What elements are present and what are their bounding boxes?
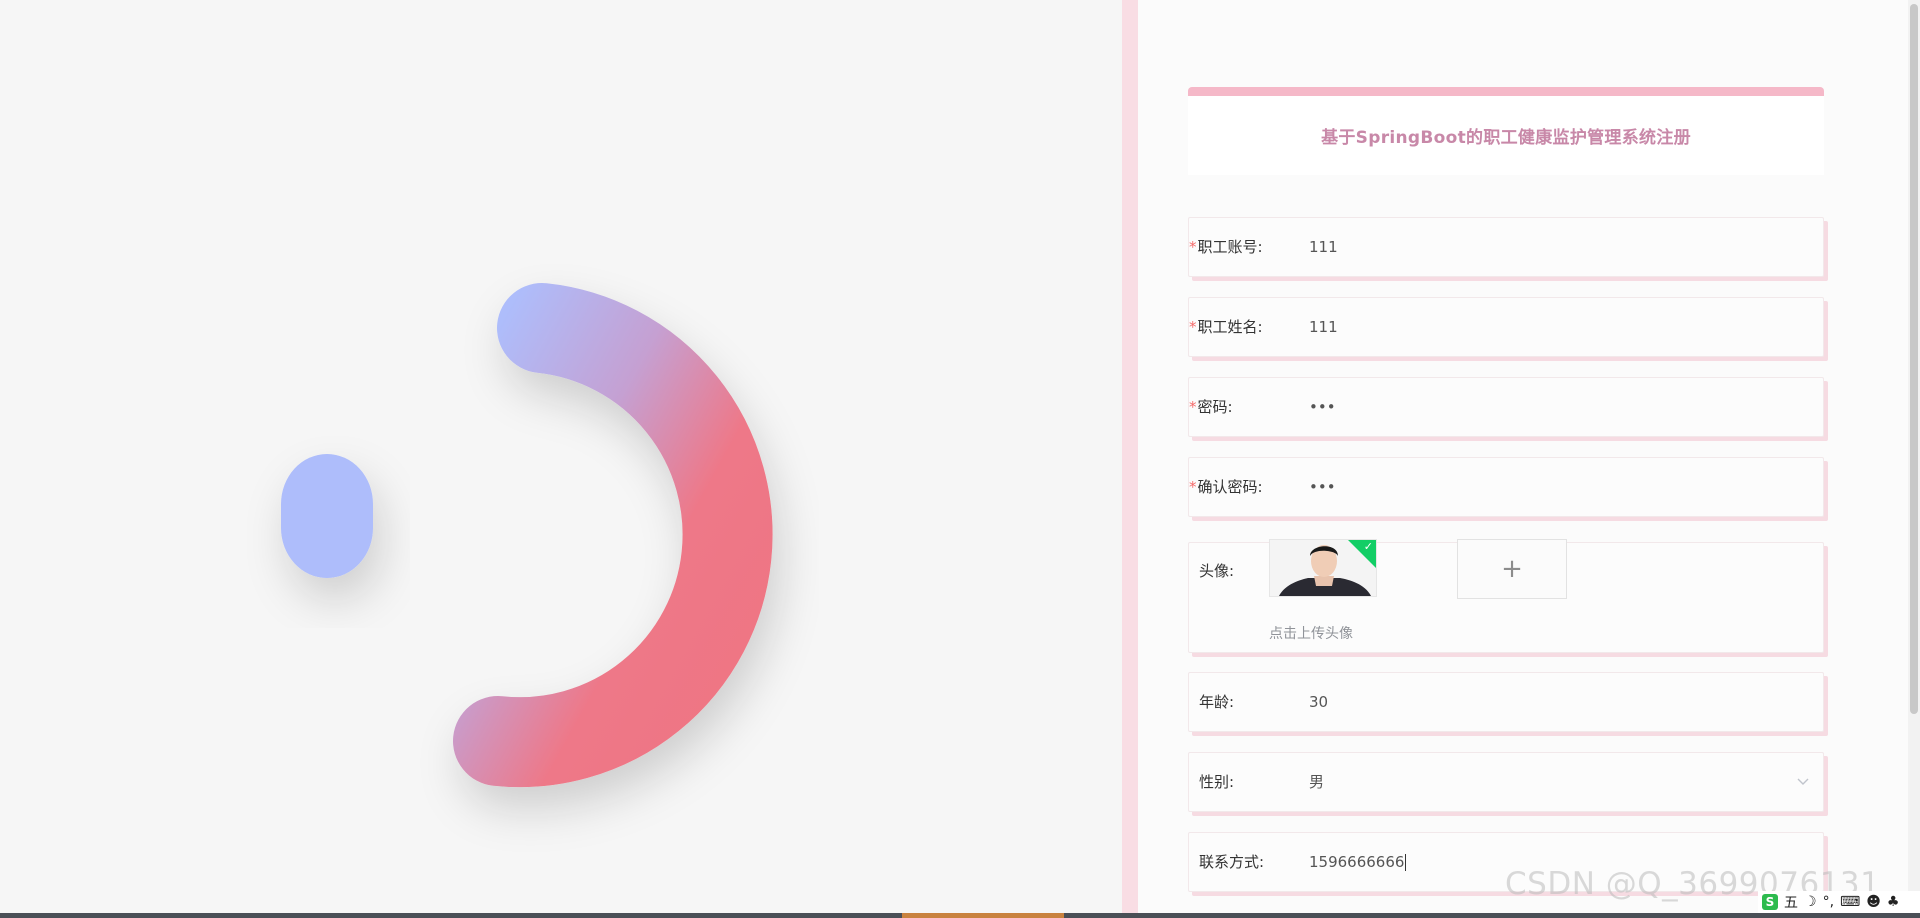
name-field: *职工姓名: 111 [1188,297,1824,357]
taskbar-active-item[interactable] [902,913,1064,918]
scrollbar-thumb[interactable] [1910,4,1918,714]
password-field: *密码: ••• [1188,377,1824,437]
gender-label: 性别: [1199,773,1235,791]
keyboard-icon[interactable]: ⌨ [1840,894,1860,910]
avatar-upload-tip: 点击上传头像 [1269,626,1353,642]
gender-field[interactable]: 性别: 男 [1188,752,1824,812]
page-title: 基于SpringBoot的职工健康监护管理系统注册 [1321,128,1691,148]
comma-icon[interactable]: °, [1823,894,1834,910]
password-input[interactable]: ••• [1309,378,1336,436]
check-icon: ✓ [1363,540,1373,553]
avatar-preview[interactable]: ✓ [1269,539,1377,597]
gender-select[interactable]: 男 [1309,753,1324,811]
text-cursor [1405,854,1407,871]
ime-mode[interactable]: 五 [1784,892,1798,912]
name-label: *职工姓名: [1189,318,1263,336]
name-input[interactable]: 111 [1309,298,1338,356]
plus-icon: + [1501,554,1523,584]
age-field: 年龄: 30 [1188,672,1824,732]
loader-arc [453,283,773,788]
loader-graphic [281,283,773,788]
decorative-loader-panel [0,0,1122,918]
account-field: *职工账号: 111 [1188,217,1824,277]
contact-label: 联系方式: [1199,853,1265,871]
account-input[interactable]: 111 [1309,218,1338,276]
panel-divider [1122,0,1138,918]
form-title-card: 基于SpringBoot的职工健康监护管理系统注册 [1188,87,1824,175]
age-label: 年龄: [1199,693,1235,711]
account-label: *职工账号: [1189,238,1263,256]
contact-input[interactable]: 1596666666 [1309,833,1407,891]
person-icon[interactable]: ☻ [1866,894,1881,910]
password-label: *密码: [1189,398,1233,416]
clover-icon[interactable]: ♣ [1887,894,1900,910]
avatar-label: 头像: [1199,562,1235,580]
confirm-password-input[interactable]: ••• [1309,458,1336,516]
avatar-field: 头像: ✓ + 点击上传头像 [1188,539,1824,653]
chevron-down-icon[interactable] [1795,773,1811,789]
ime-toolbar[interactable]: S 五 ☽ °, ⌨ ☻ ♣ [1758,891,1920,913]
page-scrollbar[interactable] [1908,0,1920,918]
loader-dot [281,454,373,578]
register-panel: 基于SpringBoot的职工健康监护管理系统注册 *职工账号: 111 *职工… [1138,0,1908,918]
moon-icon[interactable]: ☽ [1804,894,1817,910]
confirm-password-label: *确认密码: [1189,478,1263,496]
avatar-upload-button[interactable]: + [1457,539,1567,599]
age-input[interactable]: 30 [1309,673,1328,731]
confirm-password-field: *确认密码: ••• [1188,457,1824,517]
ime-logo-icon[interactable]: S [1762,894,1778,910]
